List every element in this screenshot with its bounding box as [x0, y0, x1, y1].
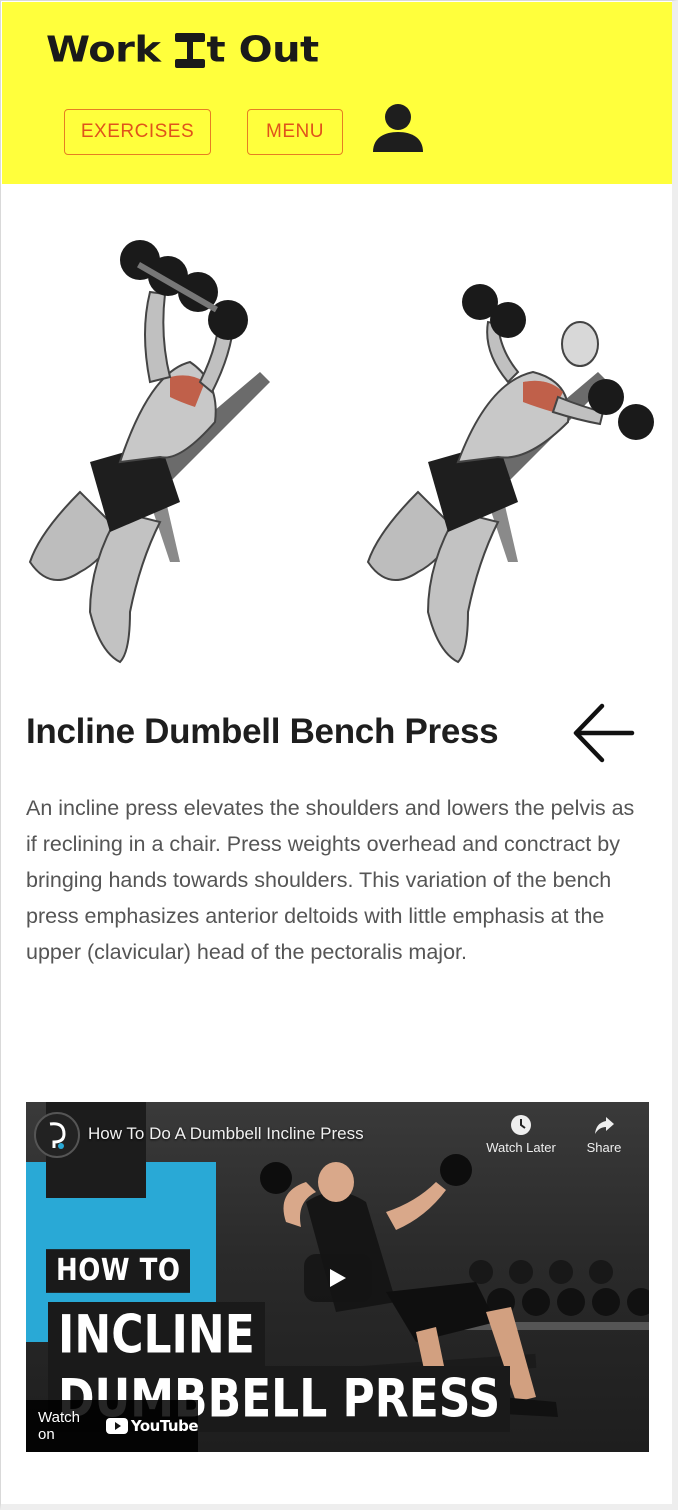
- watch-on-youtube-link[interactable]: Watch on YouTube: [26, 1400, 199, 1452]
- share-icon: [595, 1117, 614, 1134]
- figure-arms-up: [28, 240, 270, 664]
- watch-on-label: Watch on: [38, 1409, 80, 1443]
- watch-later-button[interactable]: Watch Later: [481, 1114, 561, 1155]
- clock-icon: [511, 1115, 531, 1135]
- figure-arms-down: [366, 284, 654, 664]
- youtube-logo: YouTube: [105, 1417, 199, 1435]
- video-overlay-line-2: INCLINE: [48, 1302, 265, 1368]
- site-logo[interactable]: Work t Out: [46, 26, 319, 74]
- video-title[interactable]: How To Do A Dumbbell Incline Press: [88, 1124, 364, 1144]
- dumbbell-icon: [174, 31, 205, 69]
- share-button[interactable]: Share: [564, 1114, 644, 1155]
- site-header: Work t Out EXERCISES MENU: [2, 2, 672, 184]
- watch-later-label: Watch Later: [486, 1140, 556, 1155]
- share-label: Share: [586, 1140, 622, 1155]
- play-icon: [330, 1269, 346, 1287]
- play-button[interactable]: [304, 1254, 372, 1302]
- logo-text-work: Work: [46, 29, 161, 71]
- exercise-title: Incline Dumbell Bench Press: [26, 712, 499, 751]
- menu-button[interactable]: MENU: [247, 109, 343, 155]
- youtube-label: YouTube: [130, 1417, 199, 1435]
- channel-avatar[interactable]: [34, 1112, 80, 1158]
- exercise-illustration: [20, 232, 660, 672]
- video-overlay-howto: HOW TO: [46, 1249, 191, 1293]
- exercises-button[interactable]: EXERCISES: [64, 109, 211, 155]
- video-embed[interactable]: How To Do A Dumbbell Incline Press Watch…: [26, 1102, 649, 1452]
- arrow-left-icon[interactable]: [570, 700, 636, 766]
- youtube-play-icon: [105, 1418, 128, 1434]
- logo-text-it-out: t Out: [206, 29, 320, 71]
- exercise-description: An incline press elevates the shoulders …: [26, 796, 635, 964]
- user-icon[interactable]: [370, 102, 426, 156]
